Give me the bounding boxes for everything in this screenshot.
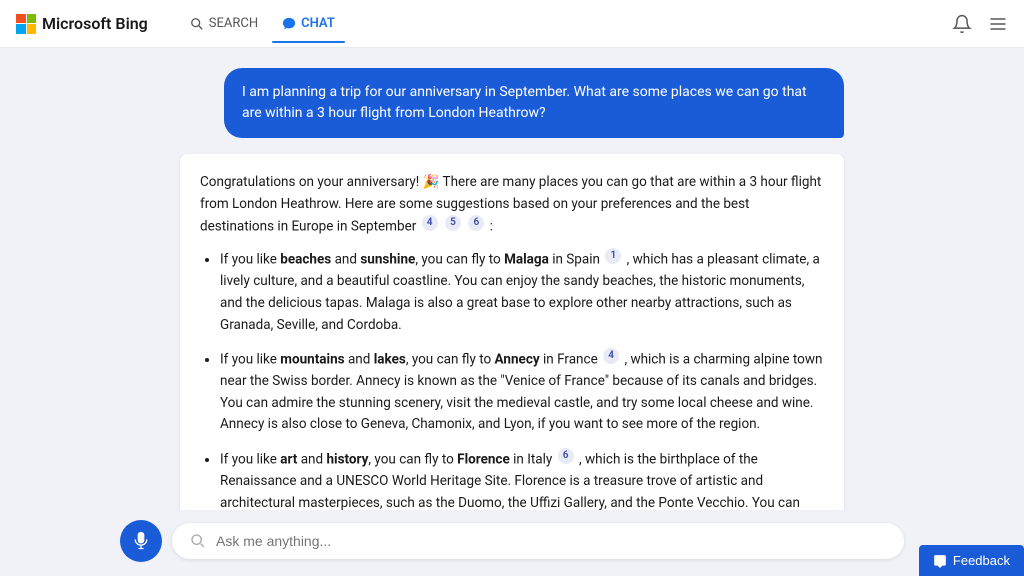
keyword-beaches: beaches bbox=[280, 252, 331, 268]
chat-input[interactable] bbox=[216, 533, 886, 549]
keyword-lakes: lakes bbox=[374, 352, 406, 368]
menu-button[interactable] bbox=[988, 14, 1008, 34]
mic-icon bbox=[131, 531, 151, 551]
citation-5[interactable]: 5 bbox=[445, 215, 461, 231]
ms-logo-icon bbox=[16, 14, 36, 34]
citation-4[interactable]: 4 bbox=[422, 215, 438, 231]
dest-malaga: Malaga bbox=[504, 252, 549, 268]
mic-button[interactable] bbox=[120, 520, 162, 562]
search-input-icon bbox=[190, 533, 206, 549]
main-content: I am planning a trip for our anniversary… bbox=[0, 48, 1024, 576]
input-area bbox=[0, 510, 1024, 576]
dest-florence: Florence bbox=[457, 452, 510, 468]
bell-icon bbox=[952, 14, 972, 34]
nav-search[interactable]: SEARCH bbox=[180, 10, 268, 37]
citation-4b[interactable]: 4 bbox=[603, 348, 619, 364]
chat-area: I am planning a trip for our anniversary… bbox=[0, 48, 1024, 510]
keyword-mountains: mountains bbox=[280, 352, 344, 368]
chat-nav-icon bbox=[282, 17, 296, 31]
keyword-art: art bbox=[280, 452, 297, 468]
bot-message: Congratulations on your anniversary! 🎉 T… bbox=[180, 154, 844, 510]
bot-intro: Congratulations on your anniversary! 🎉 T… bbox=[200, 172, 824, 238]
header-right bbox=[952, 14, 1008, 34]
feedback-button[interactable]: Feedback bbox=[919, 545, 1024, 576]
bot-suggestions-list: If you like beaches and sunshine, you ca… bbox=[200, 248, 824, 510]
citation-6a[interactable]: 6 bbox=[468, 215, 484, 231]
citation-1[interactable]: 1 bbox=[605, 248, 621, 264]
list-item-annecy: If you like mountains and lakes, you can… bbox=[220, 348, 824, 436]
header-nav: SEARCH CHAT bbox=[180, 10, 345, 37]
list-item-florence: If you like art and history, you can fly… bbox=[220, 448, 824, 510]
bing-logo-text: Microsoft Bing bbox=[42, 14, 148, 33]
hamburger-icon bbox=[988, 14, 1008, 34]
user-message-wrapper: I am planning a trip for our anniversary… bbox=[180, 68, 844, 138]
search-input-wrapper bbox=[172, 523, 904, 559]
feedback-icon bbox=[933, 554, 947, 568]
search-nav-icon bbox=[190, 17, 204, 31]
header-left: Microsoft Bing SEARCH CHAT bbox=[16, 10, 345, 37]
keyword-sunshine: sunshine bbox=[360, 252, 415, 268]
ms-logo-blue bbox=[16, 24, 26, 34]
header: Microsoft Bing SEARCH CHAT bbox=[0, 0, 1024, 48]
ms-logo-green bbox=[27, 14, 37, 24]
bing-logo: Microsoft Bing bbox=[16, 14, 148, 34]
keyword-history: history bbox=[326, 452, 368, 468]
notification-button[interactable] bbox=[952, 14, 972, 34]
ms-logo-red bbox=[16, 14, 26, 24]
dest-annecy: Annecy bbox=[495, 352, 540, 368]
nav-chat[interactable]: CHAT bbox=[272, 10, 345, 37]
user-message: I am planning a trip for our anniversary… bbox=[224, 68, 844, 138]
citation-6b[interactable]: 6 bbox=[558, 448, 574, 464]
ms-logo-yellow bbox=[27, 24, 37, 34]
list-item-malaga: If you like beaches and sunshine, you ca… bbox=[220, 248, 824, 336]
